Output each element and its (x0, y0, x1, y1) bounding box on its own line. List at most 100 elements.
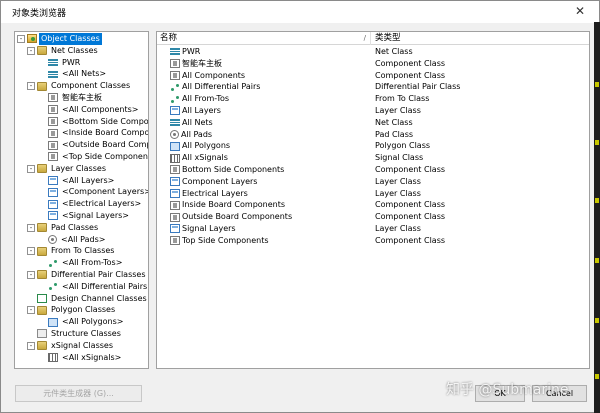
tree-item[interactable]: - xSignal Classes (27, 340, 115, 352)
tree-item[interactable]: <All xSignals> (48, 352, 123, 364)
tree-item[interactable]: - From To Classes (27, 245, 116, 257)
tree-item[interactable]: <All Polygons> (48, 316, 125, 328)
class-tree[interactable]: - Object Classes - Net Classes PWR <All Nets>… (14, 31, 149, 369)
cancel-button[interactable]: Cancel (532, 385, 587, 402)
list-row[interactable]: All From-Tos From To Class (157, 93, 589, 105)
xsignal-icon (48, 352, 58, 362)
close-icon[interactable]: ✕ (575, 4, 585, 18)
tree-item-label: <Top Side Componen (62, 152, 148, 161)
component-icon (170, 200, 180, 210)
collapse-icon[interactable]: - (27, 247, 35, 256)
diff-pair-class-icon (37, 270, 47, 280)
component-icon (170, 59, 180, 69)
collapse-icon[interactable]: - (27, 223, 35, 232)
tree-item[interactable]: <All From-Tos> (48, 257, 124, 269)
tree-item[interactable]: <Component Layers> (48, 186, 148, 198)
list-row[interactable]: All Layers Layer Class (157, 105, 589, 117)
title-bar: 对象类浏览器 ✕ (1, 1, 599, 23)
collapse-icon[interactable]: - (27, 306, 35, 315)
list-row[interactable]: All Polygons Polygon Class (157, 140, 589, 152)
list-row[interactable]: All Differential Pairs Differential Pair … (157, 81, 589, 93)
tree-item[interactable]: - Component Classes (27, 80, 132, 92)
tree-item[interactable]: <Outside Board Comp (48, 139, 148, 151)
window-title: 对象类浏览器 (12, 9, 67, 19)
tree-item[interactable]: <Bottom Side Compor (48, 116, 149, 128)
list-row[interactable]: 智能车主板 Component Class (157, 58, 589, 70)
tree-item-label: <All Pads> (61, 234, 106, 244)
tree-item[interactable]: - Polygon Classes (27, 304, 117, 316)
tree-item[interactable]: PWR (48, 57, 82, 69)
tree-item-label: <All Nets> (62, 69, 107, 79)
list-row-type: Differential Pair Class (375, 82, 461, 92)
layer-icon (48, 187, 58, 197)
list-row-name-cell: PWR (170, 46, 200, 58)
list-row[interactable]: Outside Board Components Component Class (157, 211, 589, 223)
tree-item-label: <Bottom Side Compor (62, 116, 149, 126)
list-row-type: Pad Class (375, 129, 414, 139)
list-row[interactable]: All Components Component Class (157, 70, 589, 82)
list-row[interactable]: All Pads Pad Class (157, 129, 589, 141)
tree-item[interactable]: <All Pads> (48, 234, 107, 246)
from-to-icon (170, 83, 180, 92)
tree-item[interactable]: - Object Classes (17, 33, 102, 45)
list-row-name: All Layers (182, 106, 221, 115)
tree-item-label: <All xSignals> (62, 352, 122, 362)
tree-item-label: <Electrical Layers> (62, 199, 142, 209)
list-row[interactable]: All xSignals Signal Class (157, 152, 589, 164)
collapse-icon[interactable]: - (27, 341, 35, 350)
tree-item[interactable]: <All Nets> (48, 68, 108, 80)
list-row[interactable]: PWR Net Class (157, 46, 589, 58)
component-icon (170, 165, 180, 175)
tree-item-label: <All From-Tos> (62, 258, 123, 268)
component-icon (48, 93, 58, 103)
collapse-icon[interactable]: - (27, 46, 35, 55)
list-row[interactable]: Signal Layers Layer Class (157, 223, 589, 235)
list-row-name: All Pads (181, 129, 213, 139)
tree-item[interactable]: 智能车主板 (48, 92, 104, 104)
tree-item[interactable]: <All Components> (48, 104, 140, 116)
tree-item[interactable]: Design Channel Classes (27, 293, 148, 305)
tree-item[interactable]: <All Differential Pairs (48, 281, 148, 293)
list-row-name-cell: Component Layers (170, 176, 257, 188)
tree-item[interactable]: - Differential Pair Classes (27, 269, 148, 281)
list-row[interactable]: Bottom Side Components Component Class (157, 164, 589, 176)
tree-item-label: Differential Pair Classes (51, 270, 146, 279)
tree-item[interactable]: <All Layers> (48, 175, 116, 187)
list-row-name-cell: All Pads (170, 129, 212, 141)
from-to-icon (48, 282, 58, 291)
list-row-name: Outside Board Components (182, 212, 293, 222)
tree-item[interactable]: - Pad Classes (27, 222, 100, 234)
list-row[interactable]: Inside Board Components Component Class (157, 199, 589, 211)
list-row-name-cell: All Polygons (170, 140, 230, 152)
list-row-name-cell: All xSignals (170, 152, 228, 164)
polygon-icon (170, 141, 180, 151)
list-row-name-cell: Bottom Side Components (170, 164, 284, 176)
polygon-icon (48, 317, 58, 327)
list-row[interactable]: All Nets Net Class (157, 117, 589, 129)
collapse-icon[interactable]: - (27, 82, 35, 91)
tree-item[interactable]: <Inside Board Compo (48, 127, 148, 139)
tree-item[interactable]: <Signal Layers> (48, 210, 131, 222)
list-row[interactable]: Component Layers Layer Class (157, 176, 589, 188)
ok-button[interactable]: OK (475, 385, 525, 402)
list-row-name: All xSignals (182, 153, 228, 163)
column-header-name[interactable]: 名称 / (157, 32, 371, 45)
list-row-name: Top Side Components (182, 235, 269, 245)
class-list[interactable]: 名称 / 类类型 PWR Net Class 智能车主板 Component Clas… (156, 31, 590, 369)
list-row[interactable]: Top Side Components Component Class (157, 235, 589, 247)
net-icon (48, 70, 58, 78)
tree-item[interactable]: <Top Side Componen (48, 151, 148, 163)
list-row-name-cell: All Nets (170, 117, 213, 129)
tree-item[interactable]: - Net Classes (27, 45, 100, 57)
list-row[interactable]: Electrical Layers Layer Class (157, 188, 589, 200)
tree-item-label: xSignal Classes (51, 340, 113, 350)
collapse-icon[interactable]: - (27, 164, 35, 173)
tree-item[interactable]: <Electrical Layers> (48, 198, 143, 210)
tree-item[interactable]: Structure Classes (27, 328, 123, 340)
tree-item[interactable]: - Layer Classes (27, 163, 108, 175)
list-row-type: Layer Class (375, 106, 421, 115)
column-header-type[interactable]: 类类型 (372, 32, 589, 45)
collapse-icon[interactable]: - (27, 270, 35, 279)
component-class-generator-button[interactable]: 元件类生成器 (G)... (15, 385, 142, 402)
collapse-icon[interactable]: - (17, 34, 25, 43)
